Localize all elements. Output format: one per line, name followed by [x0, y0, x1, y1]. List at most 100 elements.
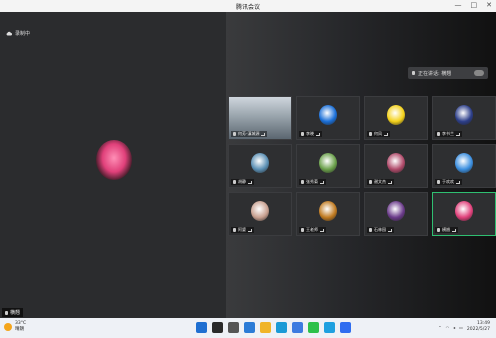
wechat-icon[interactable]: [308, 322, 319, 333]
clock[interactable]: 13:49 2022/5/27: [467, 321, 490, 333]
participant-tile[interactable]: 李晓: [296, 96, 360, 140]
participant-name: 于欢欢: [442, 179, 454, 184]
participant-label: 胡静: [231, 179, 254, 185]
pie-icon: [455, 153, 473, 173]
system-tray: ⌃ ◠ ◂ ▭ 13:49 2022/5/27: [438, 321, 490, 333]
main-video-avatar: [96, 140, 132, 180]
participant-name: 横翘: [442, 227, 450, 232]
mic-icon: [301, 132, 304, 136]
title-bar: 腾讯会议 — □ ✕: [0, 0, 496, 12]
participant-tile[interactable]: 谢文杰: [364, 144, 428, 188]
chevron-up-icon[interactable]: ⌃: [438, 325, 441, 330]
taskbar: 33°C 晴朗 ⌃ ◠ ◂ ▭ 13:49 2022/5/27: [0, 318, 496, 338]
meeting-icon[interactable]: [340, 322, 351, 333]
participant-label: 谢文杰: [367, 179, 394, 185]
signal-icon: [320, 228, 324, 232]
participant-tile[interactable]: 横翘: [432, 192, 496, 236]
participant-name: 王老师: [306, 227, 318, 232]
participant-name: 胡静: [238, 179, 246, 184]
family-icon: [251, 201, 269, 221]
wifi-icon[interactable]: ◠: [446, 325, 450, 330]
recording-status[interactable]: 录制中: [6, 30, 30, 37]
lotus-icon: [455, 201, 473, 221]
widgets-icon[interactable]: [244, 322, 255, 333]
participant-name: 李晓: [306, 131, 314, 136]
participant-tile[interactable]: 石林园: [364, 192, 428, 236]
participant-label: 何芳-滇城源: [231, 131, 268, 137]
participant-name: 何芳-滇城源: [238, 131, 260, 136]
participant-name: 张秀菊: [306, 179, 318, 184]
store-icon[interactable]: [292, 322, 303, 333]
signal-icon: [248, 180, 252, 184]
taskbar-apps: [196, 322, 351, 333]
bouquet-icon: [319, 201, 337, 221]
sun-icon: [4, 323, 12, 331]
edge-icon[interactable]: [276, 322, 287, 333]
window-title: 腾讯会议: [235, 4, 260, 11]
weather-widget[interactable]: 33°C 晴朗: [4, 321, 26, 333]
participant-tile[interactable]: 王老师: [296, 192, 360, 236]
signal-icon: [320, 180, 324, 184]
mic-icon: [437, 180, 440, 184]
start-icon[interactable]: [196, 322, 207, 333]
participant-name: 谢文杰: [374, 179, 386, 184]
maximize-button[interactable]: □: [471, 1, 478, 10]
mic-icon: [5, 310, 8, 315]
globe-icon: [319, 105, 337, 125]
main-video-name-tag: 横翘: [2, 308, 24, 317]
weather-temp: 33°C: [15, 321, 27, 326]
mic-icon: [412, 71, 415, 75]
mic-icon: [301, 180, 304, 184]
mic-icon: [233, 180, 236, 184]
signal-icon: [456, 180, 460, 184]
minimize-button[interactable]: —: [455, 1, 462, 10]
landscape-icon: [251, 153, 269, 173]
volume-icon[interactable]: ◂: [453, 325, 455, 330]
participant-label: 王老师: [299, 227, 326, 233]
participant-tile[interactable]: 张秀菊: [296, 144, 360, 188]
signal-icon: [388, 180, 392, 184]
participant-label: 张秀菊: [299, 179, 326, 185]
participant-label: 于欢欢: [435, 179, 462, 185]
signal-icon: [248, 228, 252, 232]
participant-label: 何凤: [367, 131, 390, 137]
signal-icon: [261, 132, 266, 136]
participant-label: 石林园: [367, 227, 394, 233]
mic-icon: [369, 228, 372, 232]
signal-icon: [384, 132, 388, 136]
qq-icon[interactable]: [324, 322, 335, 333]
participant-label: 李书兰: [435, 131, 462, 137]
participant-tile[interactable]: 阿婆: [228, 192, 292, 236]
participant-tile[interactable]: 于欢欢: [432, 144, 496, 188]
participant-name: 石林园: [374, 227, 386, 232]
close-button[interactable]: ✕: [486, 1, 492, 10]
mic-icon: [437, 132, 440, 136]
signal-icon: [388, 228, 392, 232]
speaking-label: 正在讲话: 横翘: [418, 70, 452, 77]
mic-icon: [369, 180, 372, 184]
mic-icon: [233, 132, 236, 136]
participant-tile[interactable]: 何芳-滇城源: [228, 96, 292, 140]
participant-tile[interactable]: 李书兰: [432, 96, 496, 140]
participant-name: 李书兰: [442, 131, 454, 136]
cloud-icon: [6, 31, 12, 36]
mic-icon: [233, 228, 236, 232]
battery-icon[interactable]: ▭: [459, 325, 463, 330]
text-card-icon: [455, 105, 473, 125]
participant-label: 阿婆: [231, 227, 254, 233]
flower-icon: [319, 153, 337, 173]
participant-grid: 何芳-滇城源 李晓 何凤 李书兰胡静 张秀菊 谢文杰 于欢欢阿婆 王老师 石林园 横翘: [228, 96, 496, 236]
participant-tile[interactable]: 何凤: [364, 96, 428, 140]
signal-icon: [316, 132, 320, 136]
explorer-icon[interactable]: [260, 322, 271, 333]
taskview-icon[interactable]: [228, 322, 239, 333]
participant-name: 何凤: [374, 131, 382, 136]
search-icon[interactable]: [212, 322, 223, 333]
cloud-icon: [474, 70, 484, 76]
mic-icon: [301, 228, 304, 232]
participant-label: 李晓: [299, 131, 322, 137]
clock-time: 13:49: [477, 321, 490, 326]
participant-label: 横翘: [435, 227, 458, 233]
recording-label: 录制中: [15, 31, 31, 37]
participant-tile[interactable]: 胡静: [228, 144, 292, 188]
